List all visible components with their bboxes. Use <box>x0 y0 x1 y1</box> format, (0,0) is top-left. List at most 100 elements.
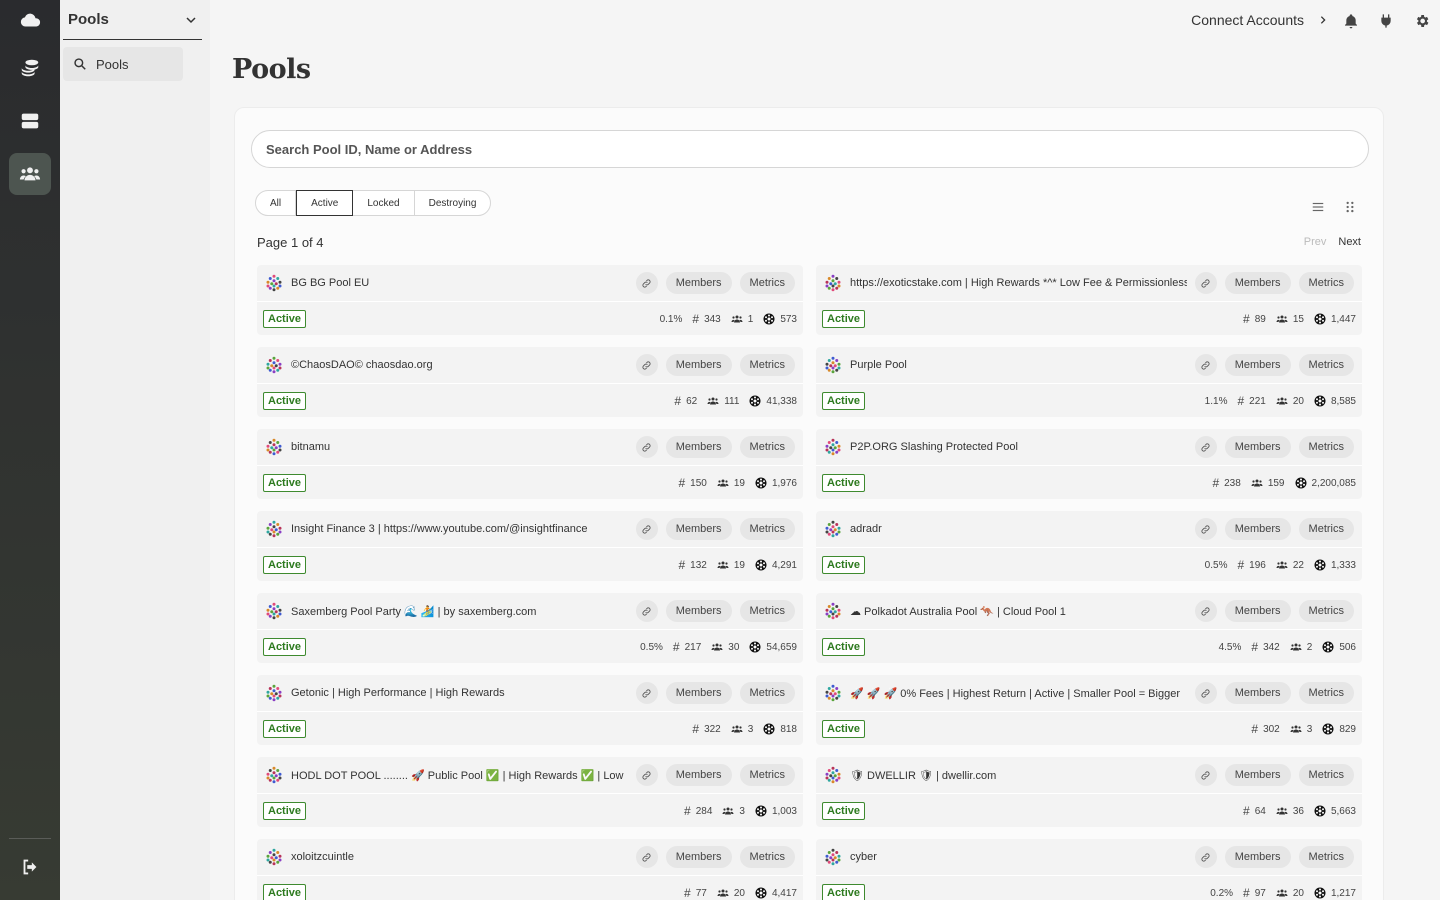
members-button[interactable]: Members <box>665 272 732 294</box>
metrics-button[interactable]: Metrics <box>739 354 795 376</box>
metrics-button[interactable]: Metrics <box>739 600 795 622</box>
link-icon[interactable] <box>1194 764 1217 786</box>
members-button[interactable]: Members <box>1224 682 1291 704</box>
stake-stat: 4,291 <box>755 559 797 571</box>
stake-value: 1,333 <box>1330 559 1356 571</box>
members-value: 30 <box>728 641 740 653</box>
pool-card: Saxemberg Pool Party 🌊 🏄 | by saxemberg.… <box>257 593 803 663</box>
pool-stats: #64 36 5,663 <box>1243 804 1356 818</box>
members-button[interactable]: Members <box>1224 764 1291 786</box>
tab-active[interactable]: Active <box>296 190 354 216</box>
search-input[interactable] <box>251 130 1369 168</box>
sidebar-item-pools[interactable]: Pools <box>63 47 183 81</box>
connect-accounts-button[interactable]: Connect Accounts <box>1191 12 1328 28</box>
cloud-icon[interactable] <box>9 0 51 42</box>
pool-stats: #89 15 1,447 <box>1243 312 1356 326</box>
next-button[interactable]: Next <box>1338 236 1361 248</box>
section-select[interactable]: Pools <box>63 0 202 40</box>
link-icon[interactable] <box>635 600 658 622</box>
pool-stats: 4.5% #342 2 506 <box>1219 640 1356 654</box>
metrics-button[interactable]: Metrics <box>739 436 795 458</box>
members-button[interactable]: Members <box>1224 436 1291 458</box>
members-button[interactable]: Members <box>1224 846 1291 868</box>
link-icon[interactable] <box>635 354 658 376</box>
pool-name: HODL DOT POOL ........ 🚀 Public Pool ✅ |… <box>291 769 624 782</box>
metrics-button[interactable]: Metrics <box>1298 518 1354 540</box>
members-stat: 20 <box>1276 395 1304 407</box>
members-button[interactable]: Members <box>1224 518 1291 540</box>
grid-view-icon[interactable] <box>1343 200 1357 214</box>
metrics-button[interactable]: Metrics <box>1298 354 1354 376</box>
stake-stat: 41,338 <box>749 395 797 407</box>
members-button[interactable]: Members <box>665 846 732 868</box>
metrics-button[interactable]: Metrics <box>1298 764 1354 786</box>
users-icon[interactable] <box>9 153 51 195</box>
members-button[interactable]: Members <box>665 436 732 458</box>
server-icon[interactable] <box>9 100 51 142</box>
metrics-button[interactable]: Metrics <box>1298 846 1354 868</box>
pool-stats: #238 159 2,200,085 <box>1212 476 1356 490</box>
users-icon <box>731 725 743 733</box>
pool-id-value: 62 <box>686 395 698 407</box>
metrics-button[interactable]: Metrics <box>739 682 795 704</box>
members-button[interactable]: Members <box>665 518 732 540</box>
metrics-button[interactable]: Metrics <box>739 764 795 786</box>
polkadot-token-icon <box>1314 313 1326 325</box>
metrics-button[interactable]: Metrics <box>1298 436 1354 458</box>
members-button[interactable]: Members <box>665 600 732 622</box>
link-icon[interactable] <box>635 846 658 868</box>
pool-id-stat: #132 <box>678 558 706 572</box>
link-icon[interactable] <box>635 518 658 540</box>
metrics-button[interactable]: Metrics <box>739 846 795 868</box>
link-icon[interactable] <box>635 682 658 704</box>
members-button[interactable]: Members <box>665 682 732 704</box>
link-icon[interactable] <box>1194 436 1217 458</box>
pool-stats: 0.5% #217 30 54,659 <box>640 640 797 654</box>
pool-id-value: 221 <box>1249 395 1266 407</box>
members-stat: 3 <box>1290 723 1312 735</box>
members-button[interactable]: Members <box>1224 272 1291 294</box>
members-button[interactable]: Members <box>665 354 732 376</box>
sign-out-icon[interactable] <box>9 846 51 888</box>
members-value: 20 <box>1292 887 1304 899</box>
list-view-icon[interactable] <box>1311 200 1325 214</box>
link-icon[interactable] <box>1194 682 1217 704</box>
commission-value: 0.5% <box>640 641 663 653</box>
members-button[interactable]: Members <box>665 764 732 786</box>
status-badge: Active <box>822 556 866 574</box>
pool-identicon-icon <box>825 356 841 374</box>
link-icon[interactable] <box>635 272 658 294</box>
pool-identicon-icon <box>825 520 841 538</box>
members-button[interactable]: Members <box>1224 600 1291 622</box>
metrics-button[interactable]: Metrics <box>1298 682 1354 704</box>
members-stat: 20 <box>1276 887 1304 899</box>
status-badge: Active <box>822 802 866 820</box>
prev-button[interactable]: Prev <box>1304 236 1327 248</box>
hash-icon: # <box>674 394 682 408</box>
metrics-button[interactable]: Metrics <box>739 518 795 540</box>
link-icon[interactable] <box>1194 846 1217 868</box>
tab-all[interactable]: All <box>256 191 297 215</box>
link-icon[interactable] <box>1194 354 1217 376</box>
bell-icon[interactable] <box>1343 13 1359 29</box>
tab-destroying[interactable]: Destroying <box>415 191 491 215</box>
link-icon[interactable] <box>1194 600 1217 622</box>
sidebar-item-label: Pools <box>96 56 129 72</box>
gear-icon[interactable] <box>1414 13 1430 29</box>
coins-icon[interactable] <box>9 47 51 89</box>
metrics-button[interactable]: Metrics <box>739 272 795 294</box>
link-icon[interactable] <box>1194 272 1217 294</box>
metrics-button[interactable]: Metrics <box>1298 272 1354 294</box>
stake-value: 2,200,085 <box>1311 477 1357 489</box>
members-button[interactable]: Members <box>1224 354 1291 376</box>
metrics-button[interactable]: Metrics <box>1298 600 1354 622</box>
plug-icon[interactable] <box>1378 13 1394 29</box>
users-icon <box>717 889 729 897</box>
pool-id-value: 217 <box>684 641 702 653</box>
link-icon[interactable] <box>635 436 658 458</box>
link-icon[interactable] <box>635 764 658 786</box>
stake-value: 818 <box>780 723 797 735</box>
pool-card: Insight Finance 3 | https://www.youtube.… <box>257 511 803 581</box>
link-icon[interactable] <box>1194 518 1217 540</box>
tab-locked[interactable]: Locked <box>353 191 415 215</box>
